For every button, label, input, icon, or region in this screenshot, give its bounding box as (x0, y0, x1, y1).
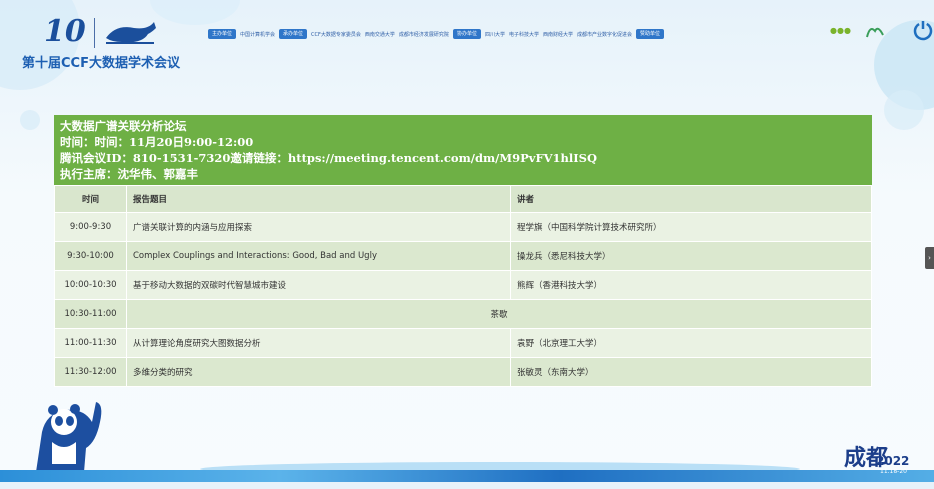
table-row: 10:00-10:30 基于移动大数据的双碳时代智慧城市建设 熊辉（香港科技大学） (54, 270, 872, 300)
session-time: 9:30-10:00 (54, 241, 127, 271)
slide: 10 第十届CCF大数据学术会议 主办单位 中国计算机学会 承办单位 CCF大数据专家… (0, 0, 934, 489)
session-time: 11:30-12:00 (54, 357, 127, 387)
break-row: 10:30-11:00 茶歇 (54, 299, 872, 329)
session-speaker: 程学旗（中国科学院计算技术研究所） (510, 212, 872, 242)
sponsor-name: 成都市经济发展研究院 (398, 31, 449, 38)
panda-mascot-icon (36, 402, 102, 472)
column-header-topic: 报告题目 (126, 185, 511, 213)
sponsor-name: CCF大数据专家委员会 (311, 31, 361, 38)
side-handle-icon[interactable]: › (925, 247, 934, 269)
bottom-stripe (0, 470, 934, 482)
forum-info-box: 大数据广谱关联分析论坛 时间：时间：11月20日9:00-12:00 腾讯会议I… (54, 115, 872, 185)
sponsor-tag: 赞助单位 (636, 29, 665, 39)
conference-logo: 10 第十届CCF大数据学术会议 (22, 10, 192, 71)
break-label: 茶歇 (126, 299, 872, 329)
session-time: 10:00-10:30 (54, 270, 127, 300)
session-speaker: 袁野（北京理工大学） (510, 328, 872, 358)
session-topic: 多维分类的研究 (126, 357, 511, 387)
year-date: 11.18-20 (880, 468, 907, 475)
session-topic: Complex Couplings and Interactions: Good… (126, 241, 511, 271)
forum-time: 时间：时间：11月20日9:00-12:00 (60, 135, 254, 149)
session-topic: 从计算理论角度研究大图数据分析 (126, 328, 511, 358)
schedule-table: 时间 报告题目 讲者 9:00-9:30 广谱关联计算的内涵与应用探索 程学旗（中国… (54, 185, 872, 387)
sponsor-logo: ●●● (830, 26, 851, 35)
table-header-row: 时间 报告题目 讲者 (54, 185, 872, 213)
sponsor-tag: 主办单位 (208, 29, 237, 39)
year-number: 2022 (876, 454, 910, 468)
column-header-speaker: 讲者 (510, 185, 872, 213)
decor-bubble (20, 110, 40, 130)
session-time: 10:30-11:00 (54, 299, 127, 329)
decor-bubble (884, 90, 924, 130)
whale-logo-icon (106, 22, 156, 44)
conference-title: 第十届CCF大数据学术会议 (22, 56, 180, 71)
session-speaker: 操龙兵（悉尼科技大学） (510, 241, 872, 271)
schedule-body: 9:00-9:30 广谱关联计算的内涵与应用探索 程学旗（中国科学院计算技术研究所）… (54, 212, 872, 387)
session-topic: 广谱关联计算的内涵与应用探索 (126, 212, 511, 242)
column-header-time: 时间 (54, 185, 127, 213)
session-time: 9:00-9:30 (54, 212, 127, 242)
sponsor-name: 电子科技大学 (508, 31, 539, 38)
logo-divider (94, 18, 95, 48)
session-speaker: 熊辉（香港科技大学） (510, 270, 872, 300)
sponsor-name: 中国计算机学会 (240, 31, 276, 38)
sponsor-logo-icon (866, 27, 884, 38)
logo-number: 10 (44, 14, 86, 49)
bottom-stripe (0, 482, 934, 489)
sponsor-name: 西南交通大学 (364, 31, 395, 38)
forum-name: 大数据广谱关联分析论坛 (60, 119, 187, 133)
sponsor-tag: 协办单位 (452, 29, 481, 39)
sponsor-name: 四川大学 (484, 31, 505, 38)
sponsor-bar: 主办单位 中国计算机学会 承办单位 CCF大数据专家委员会 西南交通大学 成都市经济发展研… (208, 28, 665, 40)
sponsor-name: 成都市产业数字化促进会 (577, 31, 633, 38)
table-row: 11:00-11:30 从计算理论角度研究大图数据分析 袁野（北京理工大学） (54, 328, 872, 358)
forum-chairs: 执行主席：沈华伟、郭嘉丰 (60, 167, 198, 181)
session-speaker: 张敏灵（东南大学） (510, 357, 872, 387)
sponsor-tag: 承办单位 (279, 29, 308, 39)
power-icon (913, 21, 933, 41)
session-topic: 基于移动大数据的双碳时代智慧城市建设 (126, 270, 511, 300)
table-row: 9:00-9:30 广谱关联计算的内涵与应用探索 程学旗（中国科学院计算技术研究所） (54, 212, 872, 242)
session-time: 11:00-11:30 (54, 328, 127, 358)
sponsor-name: 西南财经大学 (542, 31, 573, 38)
forum-meeting-link: 腾讯会议ID：810-1531-7320邀请链接：https://meeting… (60, 151, 597, 165)
year-badge: 成都 2022 11.18-20 (844, 440, 924, 480)
table-row: 11:30-12:00 多维分类的研究 张敏灵（东南大学） (54, 357, 872, 387)
table-row: 9:30-10:00 Complex Couplings and Interact… (54, 241, 872, 271)
